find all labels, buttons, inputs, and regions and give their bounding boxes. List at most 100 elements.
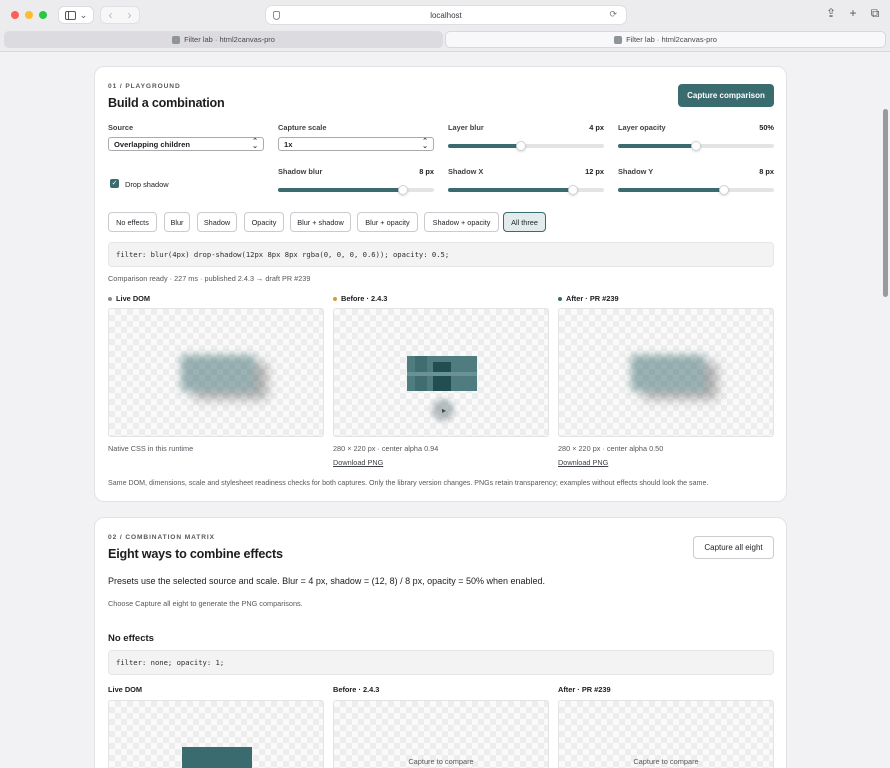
select-caret-icon: ⌃ ⌄ (422, 138, 428, 150)
matrix-before-preview: Capture to compare (333, 700, 549, 768)
status-dot (108, 296, 112, 301)
column-title: Live DOM (116, 294, 151, 303)
shadow-y-value: 8 px (759, 167, 774, 176)
sidebar-toggle-button[interactable]: ⌄ (58, 6, 94, 24)
matrix-eyebrow: 02 / COMBINATION MATRIX (108, 534, 215, 541)
cursor-icon: ▸ (442, 406, 447, 415)
status-dot (558, 296, 562, 301)
blurred-preview-box (181, 355, 255, 391)
playground-title: Build a combination (108, 96, 225, 110)
capture-placeholder: Capture to compare (408, 757, 474, 766)
shadow-blur-slider[interactable] (278, 185, 434, 195)
shadow-x-slider[interactable] (448, 185, 604, 195)
share-icon[interactable]: ⇪ (824, 6, 838, 21)
new-tab-icon[interactable]: + (846, 6, 860, 21)
matrix-css-output: filter: none; opacity: 1; (108, 650, 774, 675)
zoom-window-button[interactable] (39, 11, 47, 19)
matrix-after-heading: After · PR #239 (558, 685, 611, 694)
back-icon[interactable]: ‹ (109, 8, 113, 22)
drop-shadow-checkbox[interactable]: ✓ (110, 179, 119, 188)
shadow-x-value: 12 px (585, 167, 604, 176)
comparison-status: Comparison ready · 227 ms · published 2.… (108, 274, 311, 283)
solid-preview-box (182, 747, 252, 768)
capture-scale-value: 1x (284, 139, 293, 149)
close-window-button[interactable] (11, 11, 19, 19)
tab-title: Filter lab · html2canvas-pro (184, 35, 275, 44)
matrix-live-preview (108, 700, 324, 768)
blurred-preview-box (631, 355, 705, 391)
capture-placeholder: Capture to compare (633, 757, 699, 766)
css-output: filter: blur(4px) drop-shadow(12px 8px 8… (108, 242, 774, 267)
favicon-icon (172, 35, 181, 44)
sidebar-icon (64, 10, 76, 20)
layer-blur-label: Layer blur (448, 123, 484, 132)
preset-blur[interactable]: Blur (164, 212, 190, 232)
slider-fill (618, 144, 696, 148)
slider-handle[interactable] (567, 185, 578, 195)
slider-handle[interactable] (719, 185, 730, 195)
shadow-y-slider[interactable] (618, 185, 774, 195)
capture-scale-select[interactable]: 1x ⌃ ⌄ (278, 137, 434, 151)
preset-blur-shadow[interactable]: Blur + shadow (290, 212, 351, 232)
matrix-hint: Choose Capture all eight to generate the… (108, 599, 303, 608)
after-preview (558, 308, 774, 437)
live-dom-heading: Live DOM (108, 294, 150, 303)
before-heading: Before · 2.4.3 (333, 294, 387, 303)
preset-shadow-opacity[interactable]: Shadow + opacity (424, 212, 499, 232)
forward-icon[interactable]: › (128, 8, 132, 22)
slider-handle[interactable] (691, 141, 701, 151)
layer-blur-slider[interactable] (448, 141, 604, 151)
download-before-link[interactable]: Download PNG (333, 458, 383, 467)
privacy-shield-icon (273, 11, 280, 20)
slider-fill (448, 144, 522, 148)
shadow-blur-value: 8 px (419, 167, 434, 176)
preset-blur-opacity[interactable]: Blur + opacity (357, 212, 418, 232)
slider-handle[interactable] (516, 141, 527, 151)
address-bar[interactable]: localhost ⟳ (265, 5, 627, 25)
before-caption: 280 × 220 px · center alpha 0.94 (333, 444, 439, 453)
layer-blur-value: 4 px (589, 123, 604, 132)
after-caption: 280 × 220 px · center alpha 0.50 (558, 444, 664, 453)
capture-all-button[interactable]: Capture all eight (693, 536, 774, 559)
preset-shadow[interactable]: Shadow (197, 212, 237, 232)
playground-eyebrow: 01 / PLAYGROUND (108, 83, 181, 90)
layer-opacity-slider[interactable] (618, 141, 774, 151)
translate-reload-icons[interactable]: ⟳ (609, 9, 620, 20)
matrix-live-heading: Live DOM (108, 685, 143, 694)
source-label: Source (108, 123, 134, 132)
select-caret-icon: ⌃ ⌄ (252, 138, 258, 150)
live-dom-preview (108, 308, 324, 437)
shadow-blur-label: Shadow blur (278, 167, 323, 176)
layer-opacity-label: Layer opacity (618, 123, 666, 132)
favicon-icon (614, 35, 623, 44)
tab-overview-icon[interactable]: ⧉ (868, 6, 882, 21)
rendered-box (407, 356, 477, 391)
matrix-after-preview: Capture to compare (558, 700, 774, 768)
minimize-window-button[interactable] (25, 11, 33, 19)
drop-shadow-label: Drop shadow (125, 180, 169, 189)
tab-2[interactable]: Filter lab · html2canvas-pro (445, 31, 886, 48)
tab-title: Filter lab · html2canvas-pro (626, 35, 717, 44)
layer-opacity-value: 50% (759, 123, 774, 132)
matrix-title: Eight ways to combine effects (108, 547, 283, 561)
capture-comparison-button[interactable]: Capture comparison (678, 84, 774, 107)
preset-no-effects[interactable]: No effects (108, 212, 157, 232)
download-after-link[interactable]: Download PNG (558, 458, 608, 467)
scrollbar-thumb[interactable] (883, 109, 888, 297)
slider-fill (278, 188, 403, 192)
slider-fill (618, 188, 725, 192)
matrix-card: 02 / COMBINATION MATRIX Eight ways to co… (94, 517, 787, 768)
history-navigation: ‹ › (100, 6, 140, 24)
browser-toolbar: ⌄ ‹ › localhost ⟳ ⇪ + ⧉ Filter lab · htm… (0, 0, 890, 52)
playground-card: 01 / PLAYGROUND Build a combination Capt… (94, 66, 787, 502)
shadow-x-label: Shadow X (448, 167, 484, 176)
preset-all-three[interactable]: All three (503, 212, 546, 232)
footnote: Same DOM, dimensions, scale and styleshe… (108, 479, 709, 487)
preset-opacity[interactable]: Opacity (244, 212, 284, 232)
column-title: Before · 2.4.3 (341, 294, 388, 303)
tab-1[interactable]: Filter lab · html2canvas-pro (4, 31, 443, 48)
source-select-value: Overlapping children (114, 139, 190, 149)
slider-handle[interactable] (397, 185, 408, 195)
source-select[interactable]: Overlapping children ⌃ ⌄ (108, 137, 264, 151)
before-preview: ▸ (333, 308, 549, 437)
